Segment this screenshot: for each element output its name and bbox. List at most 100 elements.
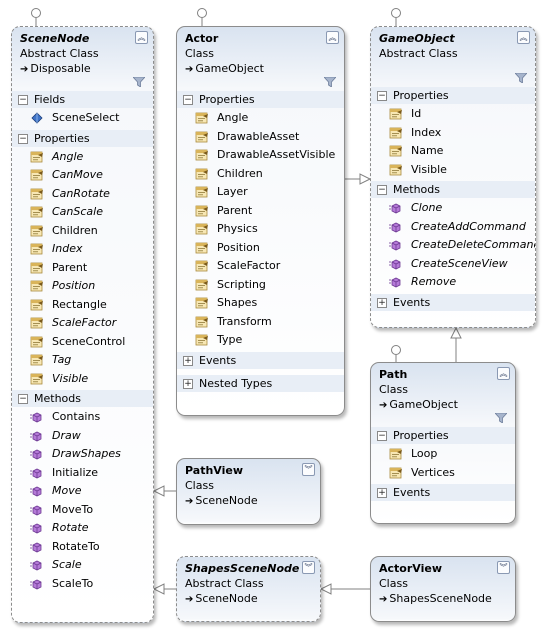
section-header[interactable]: − Properties: [12, 129, 153, 147]
method-item[interactable]: Scale: [12, 556, 153, 575]
method-item[interactable]: CreateSceneView: [371, 255, 535, 274]
method-icon: [389, 276, 403, 288]
class-pathview[interactable]: PathView Class ➔ SceneNode ︾: [176, 458, 321, 525]
section-header[interactable]: − Methods: [371, 181, 535, 198]
method-item[interactable]: Move: [12, 482, 153, 501]
property-item[interactable]: Scripting: [177, 276, 344, 295]
property-item[interactable]: SceneControl: [12, 333, 153, 352]
property-item[interactable]: ScaleFactor: [12, 314, 153, 333]
property-item[interactable]: Shapes: [177, 294, 344, 313]
filter-icon[interactable]: [495, 413, 507, 423]
inheritance-arrowhead: [152, 583, 165, 595]
property-item[interactable]: Angle: [12, 148, 153, 167]
property-item[interactable]: Vertices: [371, 464, 515, 483]
property-item[interactable]: CanScale: [12, 203, 153, 222]
property-name: Children: [217, 166, 263, 180]
property-item[interactable]: Tag: [12, 351, 153, 370]
property-icon: [195, 316, 209, 328]
class-gameobject[interactable]: GameObject Abstract Class ︽ − Properties …: [370, 26, 536, 328]
property-item[interactable]: Index: [371, 124, 535, 143]
property-item[interactable]: Position: [177, 239, 344, 258]
method-item[interactable]: CreateDeleteCommand: [371, 236, 535, 255]
property-item[interactable]: CanMove: [12, 166, 153, 185]
collapse-toggle-icon[interactable]: ︽: [135, 31, 148, 44]
property-item[interactable]: DrawableAssetVisible: [177, 146, 344, 165]
section-header[interactable]: + Nested Types: [177, 374, 344, 392]
expand-toggle-icon[interactable]: ︾: [497, 561, 510, 574]
section-header[interactable]: + Events: [371, 484, 515, 501]
method-item[interactable]: MoveTo: [12, 501, 153, 520]
method-item[interactable]: Initialize: [12, 464, 153, 483]
field-icon: [30, 112, 44, 124]
section-header[interactable]: − Fields: [12, 91, 153, 108]
section-header[interactable]: − Properties: [371, 427, 515, 444]
method-item[interactable]: CreateAddCommand: [371, 218, 535, 237]
section-header[interactable]: − Methods: [12, 390, 153, 407]
property-item[interactable]: Transform: [177, 313, 344, 332]
expand-toggle-icon[interactable]: +: [377, 297, 387, 308]
property-item[interactable]: Type: [177, 331, 344, 350]
method-item[interactable]: Draw: [12, 427, 153, 446]
property-item[interactable]: ScaleFactor: [177, 257, 344, 276]
method-item[interactable]: Rotate: [12, 519, 153, 538]
expand-toggle-icon[interactable]: ︾: [302, 463, 315, 476]
property-item[interactable]: Visible: [371, 161, 535, 180]
expand-toggle-icon[interactable]: ︾: [302, 561, 315, 574]
filter-icon[interactable]: [324, 77, 336, 87]
collapse-toggle-icon[interactable]: ︽: [326, 31, 339, 44]
method-item[interactable]: Contains: [12, 408, 153, 427]
property-name: Type: [217, 333, 243, 346]
class-kind: Abstract Class: [185, 577, 264, 590]
property-item[interactable]: Parent: [177, 202, 344, 221]
class-path[interactable]: Path Class ➔ GameObject ︽ − Properties Loo…: [370, 362, 516, 524]
collapse-toggle-icon[interactable]: −: [18, 394, 28, 404]
property-item[interactable]: Parent: [12, 259, 153, 278]
property-item[interactable]: Id: [371, 105, 535, 124]
expand-toggle-icon[interactable]: +: [183, 378, 193, 389]
property-item[interactable]: Rectangle: [12, 296, 153, 315]
property-icon: [30, 151, 44, 163]
filter-icon[interactable]: [133, 77, 145, 87]
collapse-toggle-icon[interactable]: −: [18, 95, 28, 105]
property-item[interactable]: Visible: [12, 370, 153, 389]
class-actorview[interactable]: ActorView Class ➔ ShapesSceneNode ︾: [370, 556, 516, 622]
expand-toggle-icon[interactable]: +: [183, 355, 193, 366]
method-icon: [30, 411, 44, 423]
property-item[interactable]: CanRotate: [12, 185, 153, 204]
property-item[interactable]: DrawableAsset: [177, 128, 344, 147]
collapse-toggle-icon[interactable]: ︽: [517, 31, 530, 44]
method-item[interactable]: Clone: [371, 199, 535, 218]
method-item[interactable]: RotateTo: [12, 538, 153, 557]
nested-types-section: + Nested Types: [177, 374, 344, 392]
property-item[interactable]: Name: [371, 142, 535, 161]
collapse-toggle-icon[interactable]: ︽: [497, 367, 510, 380]
collapse-toggle-icon[interactable]: −: [377, 431, 387, 441]
method-item[interactable]: ScaleTo: [12, 575, 153, 594]
method-item[interactable]: DrawShapes: [12, 445, 153, 464]
method-item[interactable]: Remove: [371, 273, 535, 292]
class-shapesscenenode[interactable]: ShapesSceneNode Abstract Class ➔ SceneNod…: [176, 556, 321, 622]
property-item[interactable]: Angle: [177, 109, 344, 128]
section-header[interactable]: − Properties: [371, 87, 535, 104]
property-item[interactable]: Loop: [371, 445, 515, 464]
section-header[interactable]: − Properties: [177, 91, 344, 108]
property-icon: [389, 127, 403, 139]
property-item[interactable]: Position: [12, 277, 153, 296]
expand-toggle-icon[interactable]: +: [377, 488, 387, 498]
property-item[interactable]: Children: [12, 222, 153, 241]
collapse-toggle-icon[interactable]: −: [18, 133, 28, 144]
filter-icon[interactable]: [515, 73, 527, 83]
class-scenenode[interactable]: SceneNode Abstract Class ➔ Disposable ︽ −…: [11, 26, 154, 623]
section-header[interactable]: + Events: [177, 351, 344, 369]
property-item[interactable]: Layer: [177, 183, 344, 202]
class-actor[interactable]: Actor Class ➔ GameObject ︽ − Properties An…: [176, 26, 345, 416]
field-item[interactable]: SceneSelect: [12, 109, 153, 128]
property-item[interactable]: Index: [12, 240, 153, 259]
property-item[interactable]: Children: [177, 165, 344, 184]
collapse-toggle-icon[interactable]: −: [377, 185, 387, 195]
collapse-toggle-icon[interactable]: −: [183, 95, 193, 105]
collapse-toggle-icon[interactable]: −: [377, 91, 387, 101]
property-item[interactable]: Physics: [177, 220, 344, 239]
section-header[interactable]: + Events: [371, 293, 535, 311]
property-icon: [389, 448, 403, 460]
